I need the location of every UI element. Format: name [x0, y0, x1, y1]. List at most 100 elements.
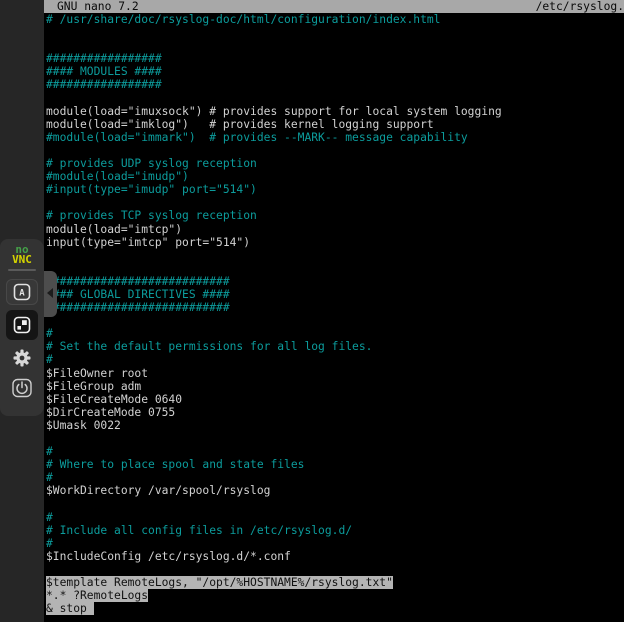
editor-line: $IncludeConfig /etc/rsyslog.d/*.conf	[44, 550, 624, 563]
editor-line-text: # Set the default permissions for all lo…	[46, 340, 372, 353]
editor-line-text: & stop	[46, 602, 87, 615]
editor-line	[44, 314, 624, 327]
editor-line: input(type="imtcp" port="514")	[44, 236, 624, 249]
collapse-arrow-icon	[47, 288, 53, 298]
editor-line-text: #	[46, 327, 53, 340]
editor-line: $Umask 0022	[44, 419, 624, 432]
editor-line: & stop	[44, 602, 624, 615]
editor-line-text: $IncludeConfig /etc/rsyslog.d/*.conf	[46, 550, 291, 563]
editor-line: $WorkDirectory /var/spool/rsyslog	[44, 484, 624, 497]
editor-line	[44, 92, 624, 105]
editor-line-text: #	[46, 511, 53, 524]
editor-line-text: # provides UDP syslog reception	[46, 157, 257, 170]
gear-icon	[12, 348, 32, 368]
editor-line-text: #	[46, 353, 53, 366]
editor-line-text: #module(load="immark") # provides --MARK…	[46, 131, 468, 144]
editor-line: #	[44, 445, 624, 458]
editor-line	[44, 39, 624, 52]
editor-line-text: #	[46, 445, 53, 458]
editor-line	[44, 497, 624, 510]
editor-line: #	[44, 353, 624, 366]
editor-line	[44, 432, 624, 445]
editor-line: # /usr/share/doc/rsyslog-doc/html/config…	[44, 13, 624, 26]
editor-line: #module(load="immark") # provides --MARK…	[44, 131, 624, 144]
editor-line: #### GLOBAL DIRECTIVES ####	[44, 288, 624, 301]
fullscreen-button[interactable]	[6, 310, 38, 340]
editor-line: #module(load="imudp")	[44, 170, 624, 183]
editor-line-text: #	[46, 537, 53, 550]
panel-divider	[8, 269, 36, 271]
editor-line	[44, 249, 624, 262]
editor-line-text: #################	[46, 78, 162, 91]
editor-line: # Include all config files in /etc/rsysl…	[44, 524, 624, 537]
editor-line-text: ###########################	[46, 275, 230, 288]
editor-line-text: $template RemoteLogs, "/opt/%HOSTNAME%/r…	[46, 576, 393, 589]
editor-line-text: # provides TCP syslog reception	[46, 209, 257, 222]
editor-line-text: module(load="imtcp")	[46, 223, 182, 236]
editor-line: $FileGroup adm	[44, 380, 624, 393]
editor-line-text: # /usr/share/doc/rsyslog-doc/html/config…	[46, 13, 440, 26]
editor-line: #input(type="imudp" port="514")	[44, 183, 624, 196]
editor-line-text: input(type="imtcp" port="514")	[46, 236, 250, 249]
control-bar-handle[interactable]	[44, 271, 57, 317]
editor-line-text: $DirCreateMode 0755	[46, 406, 175, 419]
editor-line-text: #	[46, 471, 53, 484]
editor-line-text: module(load="imuxsock") # provides suppo…	[46, 105, 502, 118]
editor-line	[44, 144, 624, 157]
power-icon	[12, 378, 32, 398]
editor-line-text: #input(type="imudp" port="514")	[46, 183, 257, 196]
editor-line	[44, 26, 624, 39]
editor-line: $FileCreateMode 0640	[44, 393, 624, 406]
editor-line-text: $FileOwner root	[46, 367, 148, 380]
nano-version-label: GNU nano 7.2	[57, 0, 139, 13]
editor-line: $template RemoteLogs, "/opt/%HOSTNAME%/r…	[44, 576, 624, 589]
novnc-control-bar: no VNC A	[0, 239, 44, 416]
text-cursor	[87, 602, 94, 615]
editor-line-text: #### GLOBAL DIRECTIVES ####	[46, 288, 230, 301]
editor-line: #	[44, 471, 624, 484]
nano-titlebar: GNU nano 7.2 /etc/rsyslog.	[44, 0, 624, 13]
editor-line: #	[44, 511, 624, 524]
editor-line: #################	[44, 52, 624, 65]
clipboard-button[interactable]: A	[6, 279, 38, 305]
editor-line: # provides TCP syslog reception	[44, 209, 624, 222]
editor-line: $FileOwner root	[44, 367, 624, 380]
editor-line-text: ###########################	[46, 301, 230, 314]
editor-line	[44, 196, 624, 209]
editor-line: $DirCreateMode 0755	[44, 406, 624, 419]
editor-line-text: $FileCreateMode 0640	[46, 393, 182, 406]
editor-line-text: *.* ?RemoteLogs	[46, 589, 148, 602]
editor-line: module(load="imklog") # provides kernel …	[44, 118, 624, 131]
editor-line-text: #### MODULES ####	[46, 65, 162, 78]
editor-line: # provides UDP syslog reception	[44, 157, 624, 170]
novnc-logo: no VNC	[12, 245, 32, 264]
editor-line-text: $WorkDirectory /var/spool/rsyslog	[46, 484, 270, 497]
editor-line: module(load="imuxsock") # provides suppo…	[44, 105, 624, 118]
editor-line-text: # Where to place spool and state files	[46, 458, 304, 471]
editor-line-text: $Umask 0022	[46, 419, 121, 432]
editor-line-text: module(load="imklog") # provides kernel …	[46, 118, 434, 131]
editor-line: module(load="imtcp")	[44, 223, 624, 236]
open-file-path: /etc/rsyslog.	[536, 0, 624, 13]
novnc-logo-vnc: VNC	[12, 255, 32, 265]
editor-line: # Set the default permissions for all lo…	[44, 340, 624, 353]
power-button[interactable]	[6, 375, 38, 401]
editor-line-text: $FileGroup adm	[46, 380, 141, 393]
editor-line-text: #################	[46, 52, 162, 65]
editor-line: *.* ?RemoteLogs	[44, 589, 624, 602]
editor-line-text: # Include all config files in /etc/rsysl…	[46, 524, 352, 537]
terminal-screen[interactable]: GNU nano 7.2 /etc/rsyslog. # /usr/share/…	[44, 0, 624, 622]
editor-lines: # /usr/share/doc/rsyslog-doc/html/config…	[44, 13, 624, 615]
editor-line: ###########################	[44, 301, 624, 314]
keycap-a-icon: A	[13, 283, 31, 301]
editor-line: # Where to place spool and state files	[44, 458, 624, 471]
settings-button[interactable]	[6, 345, 38, 371]
editor-line-text: #module(load="imudp")	[46, 170, 189, 183]
editor-line: ###########################	[44, 275, 624, 288]
svg-text:A: A	[19, 289, 25, 299]
editor-line: #################	[44, 78, 624, 91]
editor-line: #### MODULES ####	[44, 65, 624, 78]
editor-line: #	[44, 327, 624, 340]
fullscreen-icon	[13, 316, 31, 334]
editor-line: #	[44, 537, 624, 550]
